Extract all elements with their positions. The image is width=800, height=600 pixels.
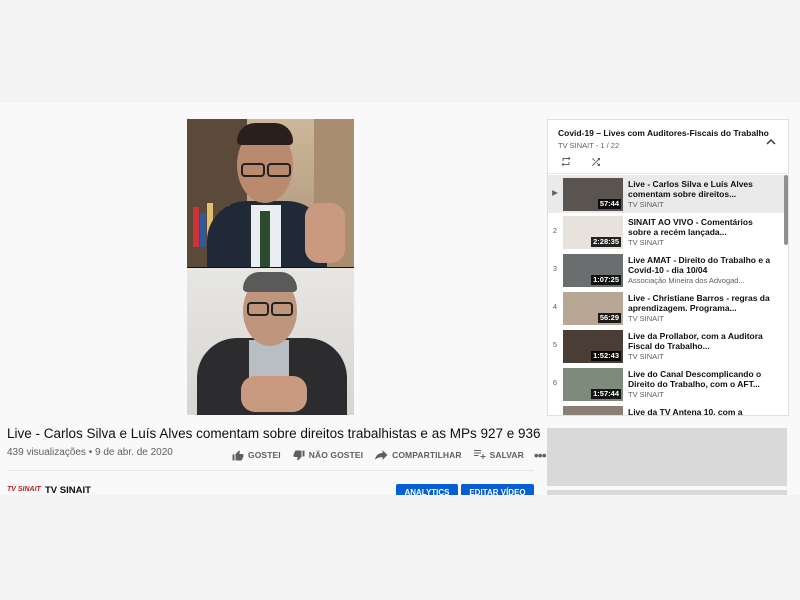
item-index: 3 bbox=[552, 264, 558, 273]
video-actions: GOSTEI NÃO GOSTEI COMPARTILHAR SALVAR ••… bbox=[232, 447, 547, 463]
dislike-button[interactable]: NÃO GOSTEI bbox=[293, 450, 363, 461]
watch-page: Live - Carlos Silva e Luís Alves comenta… bbox=[0, 103, 800, 495]
playlist-subtitle: TV SINAIT - 1 / 22 bbox=[558, 141, 620, 150]
video-thumbnail: 2:28:35 bbox=[563, 216, 623, 249]
related-placeholder bbox=[547, 490, 787, 495]
upload-date: 9 de abr. de 2020 bbox=[95, 447, 173, 458]
video-duration: 1:57:44 bbox=[591, 389, 621, 399]
item-title: Live do Canal Descomplicando o Direito d… bbox=[628, 369, 762, 389]
video-duration: 1:52:43 bbox=[591, 351, 621, 361]
item-title: Live da TV Antena 10, com a bbox=[628, 407, 743, 416]
playlist-scrollbar[interactable] bbox=[784, 175, 788, 245]
item-title: Live da Prollabor, com a Auditora Fiscal… bbox=[628, 331, 763, 351]
thumbs-up-icon bbox=[232, 450, 244, 460]
item-channel: Associação Mineira dos Advogad... bbox=[628, 276, 745, 285]
analytics-button[interactable]: ANALYTICS bbox=[396, 484, 458, 495]
item-index: 4 bbox=[552, 302, 558, 311]
video-thumbnail bbox=[563, 406, 623, 415]
chevron-up-icon[interactable] bbox=[766, 132, 776, 150]
shuffle-icon[interactable] bbox=[590, 154, 602, 172]
item-title: Live AMAT - Direito do Trabalho e a Covi… bbox=[628, 255, 771, 275]
channel-logo[interactable]: TV SINAIT bbox=[7, 486, 41, 495]
loop-icon[interactable] bbox=[560, 154, 572, 172]
edit-video-button[interactable]: EDITAR VÍDEO bbox=[461, 484, 534, 495]
playing-indicator: ▶ bbox=[552, 188, 558, 197]
playlist-panel: Covid-19 – Lives com Auditores-Fiscais d… bbox=[547, 119, 789, 416]
playlist-items: ▶ 57:44 Live - Carlos Silva e Luís Alves… bbox=[548, 175, 784, 416]
playlist-controls bbox=[560, 154, 620, 172]
item-index: 2 bbox=[552, 226, 558, 235]
video-meta: 439 visualizações • 9 de abr. de 2020 bbox=[7, 447, 173, 458]
like-label: GOSTEI bbox=[248, 450, 281, 460]
video-thumbnail: 1:07:25 bbox=[563, 254, 623, 287]
video-thumbnail: 1:52:43 bbox=[563, 330, 623, 363]
video-thumbnail: 56:29 bbox=[563, 292, 623, 325]
share-icon bbox=[375, 450, 388, 460]
ad-placeholder bbox=[547, 428, 787, 486]
item-channel: TV SINAIT bbox=[628, 352, 664, 361]
dislike-label: NÃO GOSTEI bbox=[308, 450, 364, 460]
share-label: COMPARTILHAR bbox=[392, 450, 462, 460]
playlist-item[interactable]: ▶ 57:44 Live - Carlos Silva e Luís Alves… bbox=[548, 175, 784, 213]
playlist-title[interactable]: Covid-19 – Lives com Auditores-Fiscais d… bbox=[558, 128, 769, 138]
item-index: 6 bbox=[552, 378, 558, 387]
video-duration: 57:44 bbox=[597, 199, 621, 209]
video-title: Live - Carlos Silva e Luís Alves comenta… bbox=[7, 426, 541, 441]
item-title: Live - Carlos Silva e Luís Alves comenta… bbox=[628, 179, 753, 199]
video-thumbnail: 1:57:44 bbox=[563, 368, 623, 401]
save-label: SALVAR bbox=[489, 450, 524, 460]
more-actions-icon[interactable]: ••• bbox=[534, 447, 547, 463]
video-frame-bottom-speaker bbox=[187, 268, 354, 415]
item-channel: TV SINAIT bbox=[628, 200, 664, 209]
save-button[interactable]: SALVAR bbox=[473, 450, 524, 460]
video-player[interactable] bbox=[187, 119, 354, 415]
playlist-add-icon bbox=[473, 450, 486, 459]
video-duration: 56:29 bbox=[597, 313, 621, 323]
video-thumbnail: 57:44 bbox=[563, 178, 623, 211]
playlist-item[interactable]: 5 1:52:43 Live da Prollabor, com a Audit… bbox=[548, 327, 784, 365]
item-index: 5 bbox=[552, 340, 558, 349]
channel-name[interactable]: TV SINAIT bbox=[45, 485, 91, 495]
video-duration: 2:28:35 bbox=[591, 237, 621, 247]
playlist-item[interactable]: Live da TV Antena 10, com a bbox=[548, 403, 784, 416]
view-count: 439 visualizações bbox=[7, 447, 86, 458]
item-channel: TV SINAIT bbox=[628, 238, 664, 247]
like-button[interactable]: GOSTEI bbox=[232, 450, 281, 461]
divider bbox=[7, 470, 534, 471]
playlist-item[interactable]: 4 56:29 Live - Christiane Barros - regra… bbox=[548, 289, 784, 327]
item-channel: TV SINAIT bbox=[628, 314, 664, 323]
playlist-item[interactable]: 2 2:28:35 SINAIT AO VIVO - Comentários s… bbox=[548, 213, 784, 251]
video-frame-top-speaker bbox=[187, 119, 354, 267]
video-duration: 1:07:25 bbox=[591, 275, 621, 285]
playlist-item[interactable]: 6 1:57:44 Live do Canal Descomplicando o… bbox=[548, 365, 784, 403]
item-channel: TV SINAIT bbox=[628, 390, 664, 399]
playlist-item[interactable]: 3 1:07:25 Live AMAT - Direito do Trabalh… bbox=[548, 251, 784, 289]
item-title: Live - Christiane Barros - regras da apr… bbox=[628, 293, 770, 313]
thumbs-down-icon bbox=[293, 450, 305, 460]
item-title: SINAIT AO VIVO - Comentários sobre a rec… bbox=[628, 217, 753, 237]
share-button[interactable]: COMPARTILHAR bbox=[375, 450, 462, 460]
